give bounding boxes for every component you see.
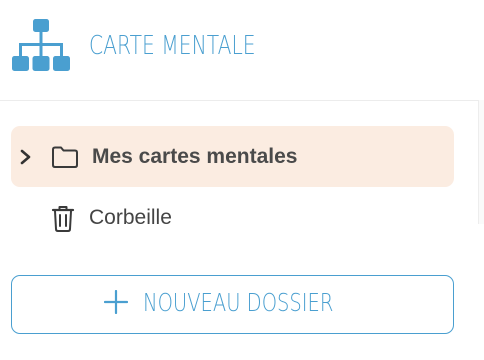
plus-icon [104, 290, 128, 314]
sidebar-item-trash[interactable]: Corbeille [89, 204, 172, 232]
main-panel-edge [478, 100, 484, 224]
trash-icon [51, 206, 75, 232]
app-title: CARTE MENTALE [89, 31, 256, 61]
sitemap-icon [12, 19, 70, 71]
app-window: CARTE MENTALE Mes cartes mentales Corbei… [0, 0, 484, 360]
app-header: CARTE MENTALE [0, 0, 484, 101]
sidebar-item-label: Mes cartes mentales [92, 145, 298, 168]
chevron-right-icon[interactable] [19, 148, 33, 166]
new-folder-button-label: NOUVEAU DOSSIER [143, 288, 334, 317]
folder-icon [52, 146, 78, 168]
